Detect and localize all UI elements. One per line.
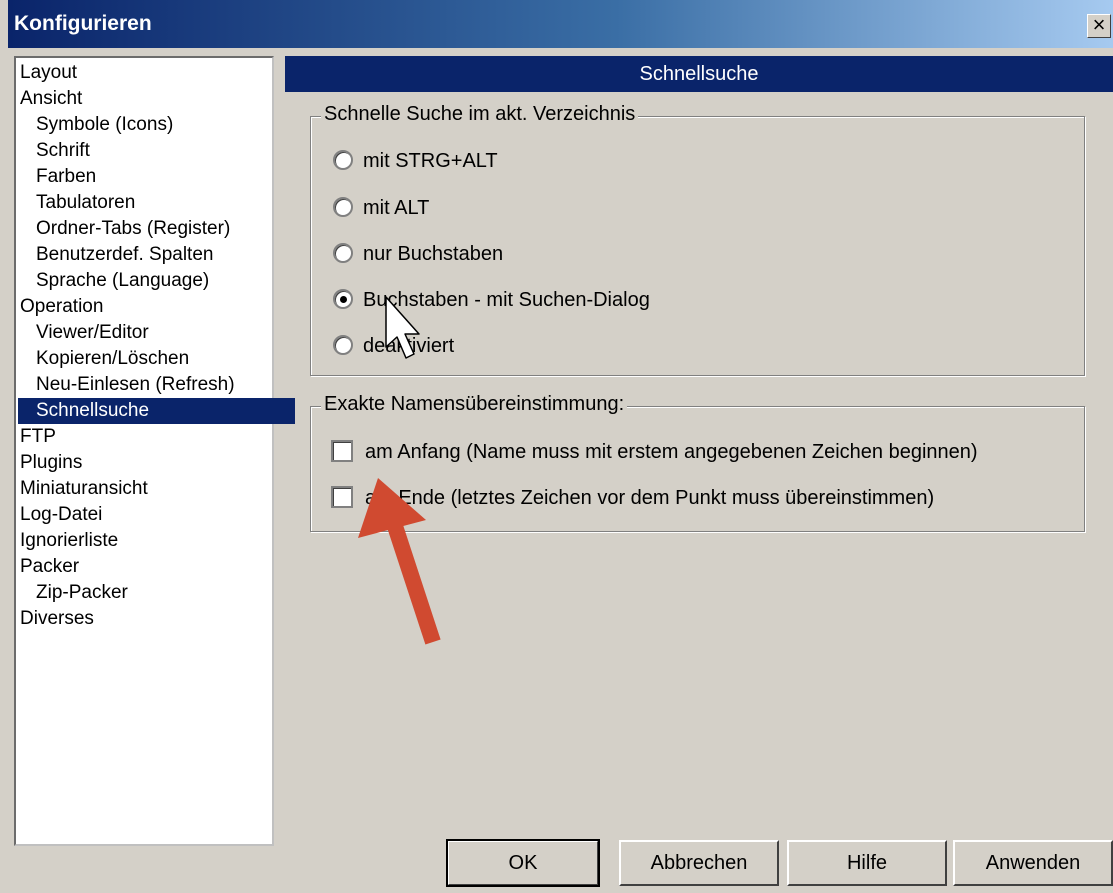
tree-item-operation[interactable]: Operation	[18, 294, 107, 320]
radio-circle[interactable]	[333, 197, 353, 217]
radio-label: deaktiviert	[363, 335, 455, 357]
quick-search-legend: Schnelle Suche im akt. Verzeichnis	[321, 103, 639, 126]
checkbox-label: am Anfang (Name muss mit erstem angegebe…	[365, 441, 978, 463]
close-button[interactable]: ×	[1087, 14, 1111, 38]
ok-button[interactable]: OK	[446, 839, 600, 887]
tree-item-viewer-editor[interactable]: Viewer/Editor	[34, 320, 153, 346]
tree-item-zip-packer[interactable]: Zip-Packer	[34, 580, 132, 606]
quick-search-group: Schnelle Suche im akt. Verzeichnis mit S…	[310, 103, 1085, 376]
exact-match-group: Exakte Namensübereinstimmung: am Anfang …	[310, 393, 1085, 532]
checkbox-label: am Ende (letztes Zeichen vor dem Punkt m…	[365, 487, 935, 509]
panel-title: Schnellsuche	[285, 56, 1113, 92]
tree-item-farben[interactable]: Farben	[34, 164, 100, 190]
settings-tree[interactable]: Layout Ansicht Symbole (Icons) Schrift F…	[14, 56, 295, 846]
tree-item-schrift[interactable]: Schrift	[34, 138, 94, 164]
radio-label: nur Buchstaben	[363, 243, 504, 265]
window-title: Konfigurieren	[14, 12, 152, 35]
tree-item-kopieren-loeschen[interactable]: Kopieren/Löschen	[34, 346, 193, 372]
checkbox-box[interactable]	[331, 486, 353, 508]
tree-item-plugins[interactable]: Plugins	[18, 450, 86, 476]
tree-item-sprache[interactable]: Sprache (Language)	[34, 268, 213, 294]
tree-item-packer[interactable]: Packer	[18, 554, 83, 580]
radio-circle[interactable]	[333, 243, 353, 263]
tree-item-ignorierliste[interactable]: Ignorierliste	[18, 528, 122, 554]
radio-label: mit STRG+ALT	[363, 150, 498, 172]
tree-item-ordner-tabs[interactable]: Ordner-Tabs (Register)	[34, 216, 234, 242]
radio-label: mit ALT	[363, 197, 430, 219]
close-icon: ×	[1092, 12, 1106, 37]
apply-button[interactable]: Anwenden	[953, 840, 1113, 886]
tree-item-layout[interactable]: Layout	[18, 60, 81, 86]
tree-item-benutzerdef-spalten[interactable]: Benutzerdef. Spalten	[34, 242, 217, 268]
exact-match-legend: Exakte Namensübereinstimmung:	[321, 393, 628, 416]
tree-item-symbole[interactable]: Symbole (Icons)	[34, 112, 177, 138]
radio-circle[interactable]	[333, 150, 353, 170]
tree-item-neu-einlesen[interactable]: Neu-Einlesen (Refresh)	[34, 372, 239, 398]
tree-item-tabulatoren[interactable]: Tabulatoren	[34, 190, 139, 216]
tree-item-schnellsuche[interactable]: Schnellsuche	[18, 398, 295, 424]
tree-item-diverses[interactable]: Diverses	[18, 606, 98, 632]
tree-item-ftp[interactable]: FTP	[18, 424, 60, 450]
help-button[interactable]: Hilfe	[787, 840, 947, 886]
radio-circle[interactable]	[333, 335, 353, 355]
title-bar: Konfigurieren	[8, 0, 1113, 48]
cancel-button[interactable]: Abbrechen	[619, 840, 779, 886]
tree-item-ansicht[interactable]: Ansicht	[18, 86, 86, 112]
radio-label: Buchstaben - mit Suchen-Dialog	[363, 289, 650, 311]
tree-item-log-datei[interactable]: Log-Datei	[18, 502, 106, 528]
radio-circle-selected[interactable]	[333, 289, 353, 309]
checkbox-box[interactable]	[331, 440, 353, 462]
tree-item-miniaturansicht[interactable]: Miniaturansicht	[18, 476, 152, 502]
